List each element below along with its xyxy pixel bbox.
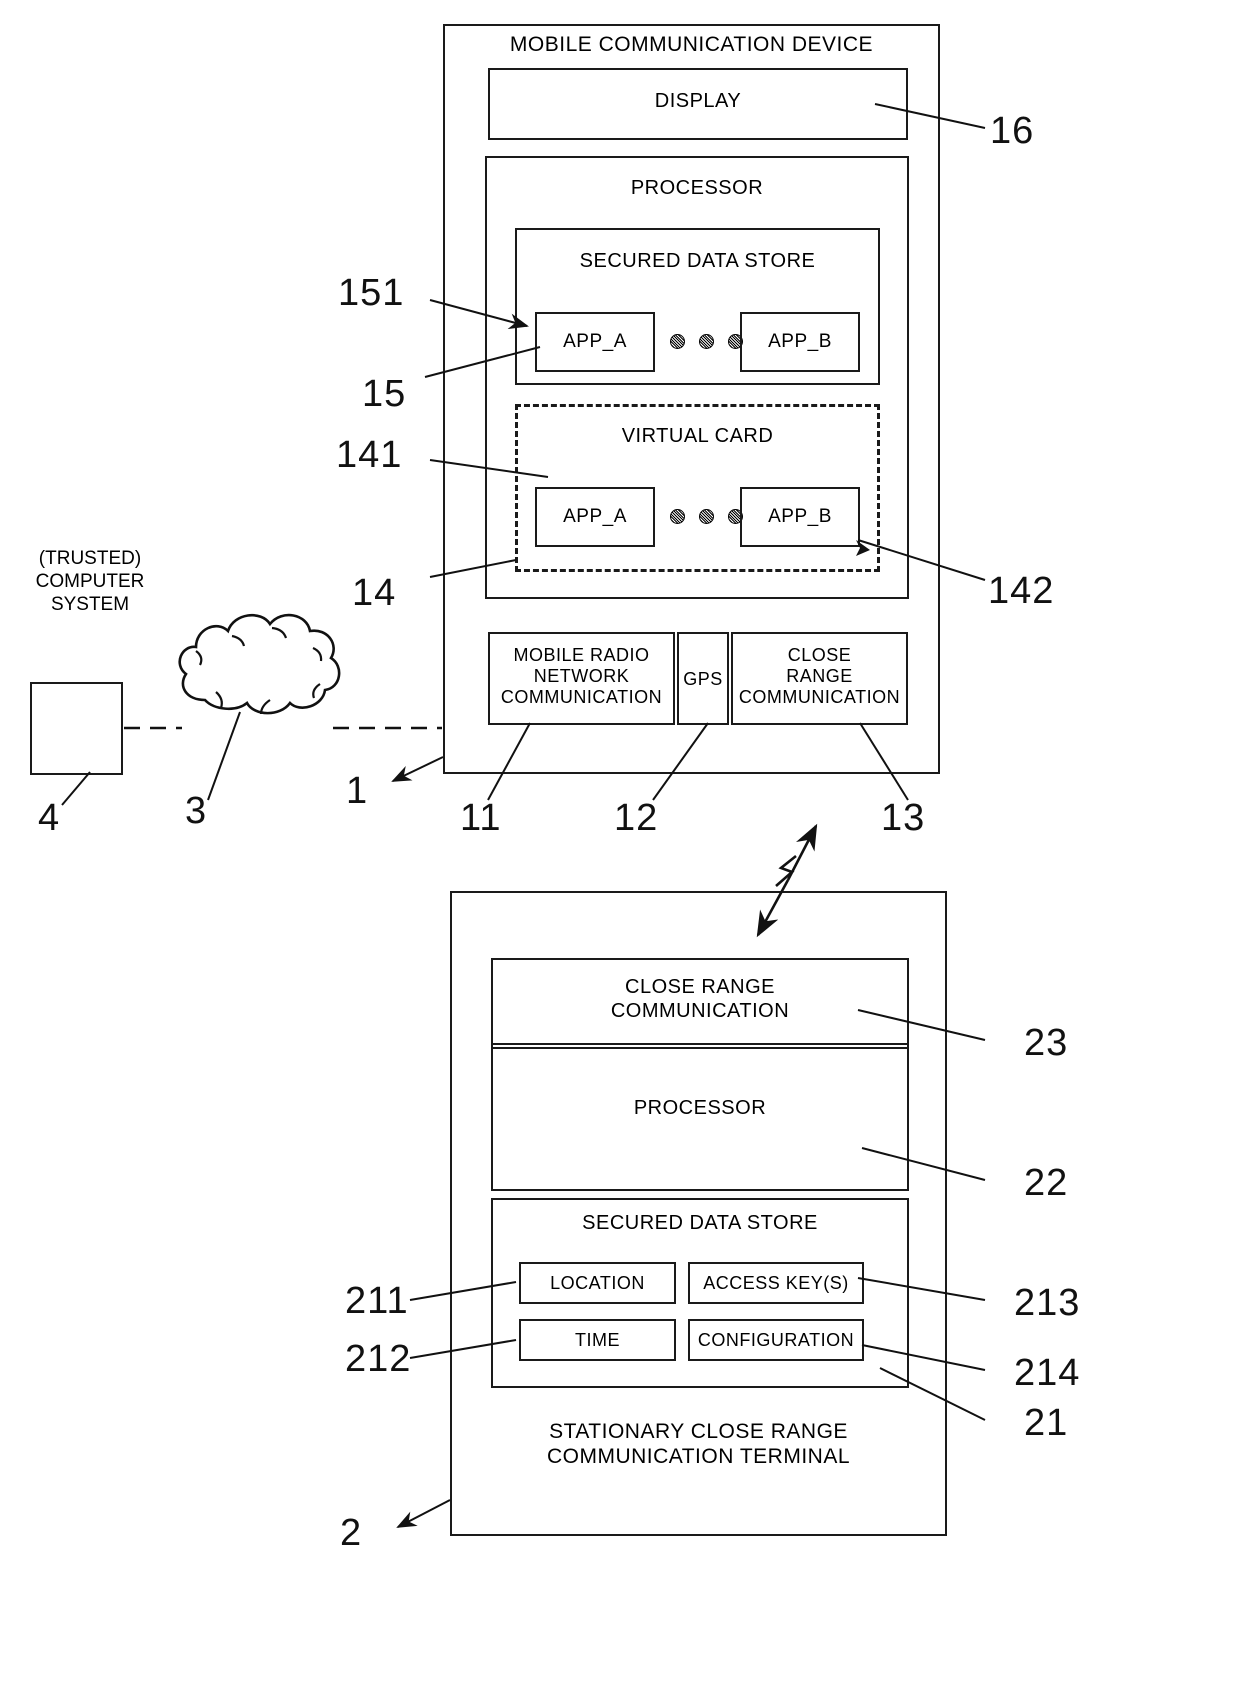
dot-icon — [670, 334, 685, 349]
ref-214: 214 — [1014, 1352, 1081, 1394]
ref-22: 22 — [1024, 1162, 1069, 1204]
leader-3 — [207, 711, 241, 801]
processor-label-terminal: PROCESSOR — [633, 1097, 767, 1119]
secured-data-store-label-mobile: SECURED DATA STORE — [579, 250, 816, 272]
ellipsis-dots-secured — [670, 334, 743, 349]
processor-label-mobile: PROCESSOR — [630, 177, 764, 199]
ref-213: 213 — [1014, 1282, 1081, 1324]
close-range-communication-label-terminal: CLOSE RANGE COMMUNICATION — [610, 976, 790, 1022]
stationary-terminal-title: STATIONARY CLOSE RANGE COMMUNICATION TER… — [546, 1420, 851, 1468]
gps-label: GPS — [683, 669, 723, 689]
ref-21: 21 — [1024, 1402, 1069, 1444]
ref-4: 4 — [38, 797, 61, 839]
patent-figure-page: MOBILE COMMUNICATION DEVICE DISPLAY PROC… — [0, 0, 1240, 1694]
time-label: TIME — [575, 1330, 620, 1350]
leader-2 — [396, 1499, 451, 1528]
ref-142: 142 — [988, 570, 1055, 612]
display-label: DISPLAY — [654, 90, 742, 112]
ref-3: 3 — [185, 790, 208, 832]
network-cloud-icon — [178, 613, 341, 715]
app-b-label-virtual: APP_B — [768, 506, 832, 527]
secured-data-store-label-terminal: SECURED DATA STORE — [582, 1212, 818, 1234]
app-a-label-secured: APP_A — [563, 331, 627, 352]
ref-212: 212 — [345, 1338, 412, 1380]
mobile-communication-device-title: MOBILE COMMUNICATION DEVICE — [509, 33, 874, 56]
app-a-label-virtual: APP_A — [563, 506, 627, 527]
ref-141: 141 — [336, 434, 403, 476]
access-keys-label: ACCESS KEY(S) — [703, 1273, 849, 1293]
leader-1 — [391, 756, 444, 782]
ellipsis-dots-virtual — [670, 509, 743, 524]
ref-151: 151 — [338, 272, 405, 314]
mobile-radio-network-communication-label: MOBILE RADIO NETWORK COMMUNICATION — [500, 645, 663, 708]
leader-4 — [61, 771, 91, 806]
location-label: LOCATION — [550, 1273, 645, 1293]
ref-23: 23 — [1024, 1022, 1069, 1064]
ref-12: 12 — [614, 797, 659, 839]
dot-icon — [670, 509, 685, 524]
configuration-label: CONFIGURATION — [697, 1330, 855, 1350]
trusted-computer-system-box — [30, 682, 123, 775]
ref-14: 14 — [352, 572, 397, 614]
ref-16: 16 — [990, 110, 1035, 152]
ref-211: 211 — [345, 1280, 409, 1322]
close-range-communication-label-mobile: CLOSE RANGE COMMUNICATION — [738, 645, 901, 708]
ref-11: 11 — [460, 797, 502, 839]
dot-icon — [699, 509, 714, 524]
app-b-label-secured: APP_B — [768, 331, 832, 352]
dot-icon — [699, 334, 714, 349]
ref-1: 1 — [346, 770, 369, 812]
ref-13: 13 — [881, 797, 926, 839]
ref-2: 2 — [340, 1512, 363, 1554]
trusted-computer-system-label: (TRUSTED) COMPUTER SYSTEM — [35, 548, 145, 615]
ref-15: 15 — [362, 373, 407, 415]
virtual-card-label: VIRTUAL CARD — [621, 425, 774, 447]
